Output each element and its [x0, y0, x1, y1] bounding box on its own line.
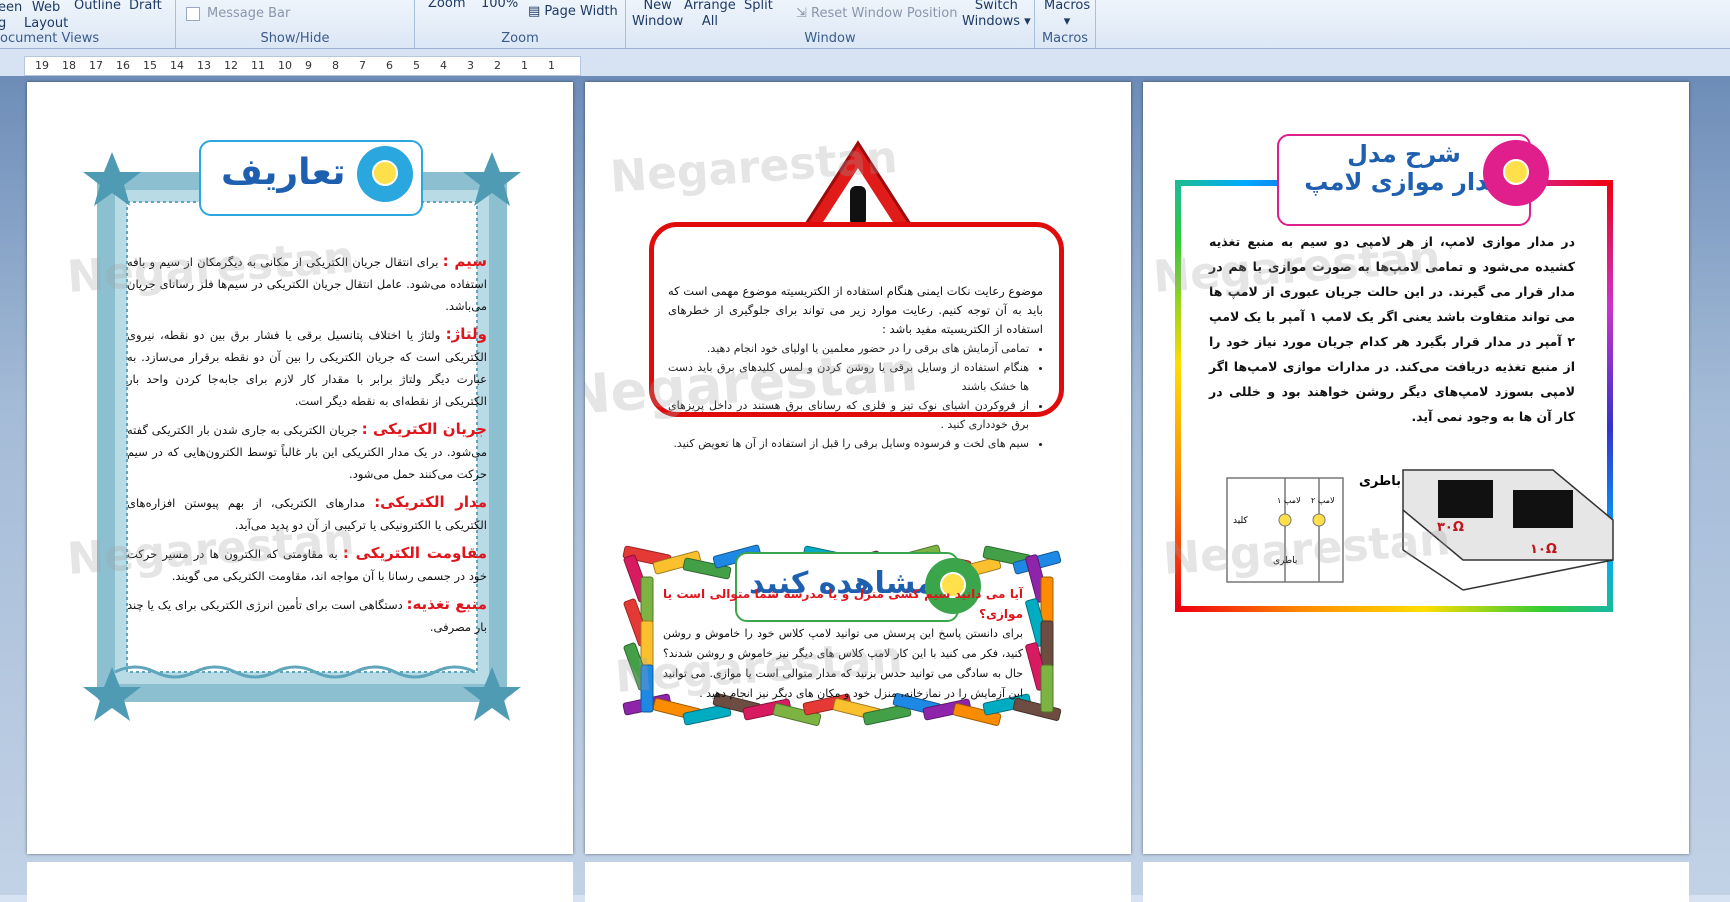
ruler-tick: 9 [305, 59, 312, 72]
page-safety: موضوع رعایت نکات ایمنی هنگام استفاده از … [585, 82, 1131, 854]
ribbon: een g Web Layout Outline Draft ocument V… [0, 0, 1730, 49]
horizontal-ruler[interactable]: 19 18 17 16 15 14 13 12 11 10 9 8 7 6 5 4 3 2 1 1 [24, 56, 581, 76]
ruler-tick: 1 [548, 59, 555, 72]
definition-term: جریان الکتریکی : [361, 420, 487, 438]
safety-intro: موضوع رعایت نکات ایمنی هنگام استفاده از … [668, 284, 1043, 336]
page-width-icon: ▤ [528, 4, 545, 19]
definition-item: منبع تغذیه: دستگاهی است برای تأمین انرژی… [127, 593, 487, 638]
outline-button[interactable]: Outline [74, 0, 121, 14]
definition-item: ولتاژ: ولتاژ یا اختلاف پتانسیل برقی یا ف… [127, 323, 487, 412]
ruler-tick: 4 [440, 59, 447, 72]
group-zoom: Zoom 100% ▤ Page Width Zoom [415, 0, 626, 48]
group-label-document-views: ocument Views [0, 31, 100, 46]
reset-icon: ⇲ [796, 6, 812, 21]
definition-term: مدار الکتریکی: [374, 493, 487, 511]
crayon-shape [1040, 664, 1054, 713]
definition-text: ولتاژ یا اختلاف پتانسیل برقی یا فشار برق… [127, 328, 487, 408]
macros-button[interactable]: Macros ▾ [1044, 0, 1090, 30]
switch-windows-button[interactable]: Switch Windows ▾ [962, 0, 1031, 30]
ruler-tick: 11 [251, 59, 265, 72]
message-bar-label: Message Bar [207, 6, 291, 21]
group-window: New Window Arrange All Split ⇲ Reset Win… [626, 0, 1035, 48]
arrange-all-button[interactable]: Arrange All [684, 0, 736, 30]
ruler-tick: 10 [278, 59, 292, 72]
definition-term: ولتاژ: [445, 325, 487, 343]
diagram-label-lamp1: لامپ ۱ [1277, 496, 1301, 505]
diagram-label-lamp2: لامپ ۲ [1311, 496, 1335, 505]
definitions-title: تعاریف [221, 152, 346, 193]
ruler-tick: 18 [62, 59, 76, 72]
page-width-label: Page Width [544, 4, 618, 19]
diagram-label-r2: ۱۰Ω [1530, 542, 1557, 557]
definition-item: جریان الکتریکی : جریان الکتریکی به جاری … [127, 418, 487, 485]
group-label-show-hide: Show/Hide [260, 31, 330, 46]
lightbulb-icon [1483, 140, 1549, 206]
reset-window-position-button[interactable]: ⇲ Reset Window Position [796, 6, 957, 22]
ruler-tick: 14 [170, 59, 184, 72]
question-heading: آیا می دانید سیم کشی منزل و یا مدرسه شما… [663, 587, 1023, 621]
page-definitions: تعاریف سیم : برای انتقال جریان الکتریکی … [27, 82, 573, 854]
zoom-button[interactable]: Zoom [428, 0, 465, 12]
next-page-top [1143, 862, 1689, 902]
reset-window-position-label: Reset Window Position [811, 6, 958, 21]
message-bar-checkbox[interactable] [186, 7, 200, 21]
ruler-tick: 19 [35, 59, 49, 72]
ruler-tick: 2 [494, 59, 501, 72]
ruler-tick: 8 [332, 59, 339, 72]
ruler-tick: 7 [359, 59, 366, 72]
draft-button[interactable]: Draft [129, 0, 162, 14]
safety-item: سیم های لخت و فرسوده وسایل برقی را قبل ا… [668, 434, 1029, 453]
diagram-label-battery: باطری [1359, 474, 1402, 489]
group-label-window: Window [804, 31, 856, 46]
full-screen-button[interactable]: een g [0, 0, 22, 32]
document-workspace[interactable]: تعاریف سیم : برای انتقال جریان الکتریکی … [0, 76, 1730, 902]
ruler-tick: 1 [521, 59, 528, 72]
diagram-label-switch: کلید [1233, 516, 1248, 526]
page-width-button[interactable]: ▤ Page Width [528, 4, 618, 20]
split-button[interactable]: Split [744, 0, 773, 14]
group-macros: Macros ▾ Macros [1035, 0, 1096, 48]
definitions-list: سیم : برای انتقال جریان الکتریکی از مکان… [127, 250, 487, 644]
ruler-tick: 13 [197, 59, 211, 72]
lightbulb-icon [357, 146, 413, 202]
web-layout-button[interactable]: Web Layout [24, 0, 68, 32]
next-page-top [585, 862, 1131, 902]
ruler-tick: 5 [413, 59, 420, 72]
page-parallel-circuit: شرح مدل مدار موازی لامپ در مدار موازی لا… [1143, 82, 1689, 854]
new-window-button[interactable]: New Window [632, 0, 683, 30]
definition-term: سیم : [442, 252, 487, 270]
group-label-macros: Macros [1041, 31, 1089, 46]
next-page-top [27, 862, 573, 902]
ruler-tick: 12 [224, 59, 238, 72]
definition-term: مقاومت الکتریکی : [342, 544, 487, 562]
ruler-tick: 17 [89, 59, 103, 72]
ruler-tick: 15 [143, 59, 157, 72]
group-document-views: een g Web Layout Outline Draft ocument V… [0, 0, 176, 48]
ruler-tick: 16 [116, 59, 130, 72]
zoom-100-button[interactable]: 100% [481, 0, 518, 12]
crayon-shape [640, 576, 654, 625]
definition-term: منبع تغذیه: [406, 595, 487, 613]
group-label-zoom: Zoom [501, 31, 539, 46]
ruler-tick: 3 [467, 59, 474, 72]
group-show-hide: Message Bar Show/Hide [176, 0, 415, 48]
ruler-tick: 6 [386, 59, 393, 72]
